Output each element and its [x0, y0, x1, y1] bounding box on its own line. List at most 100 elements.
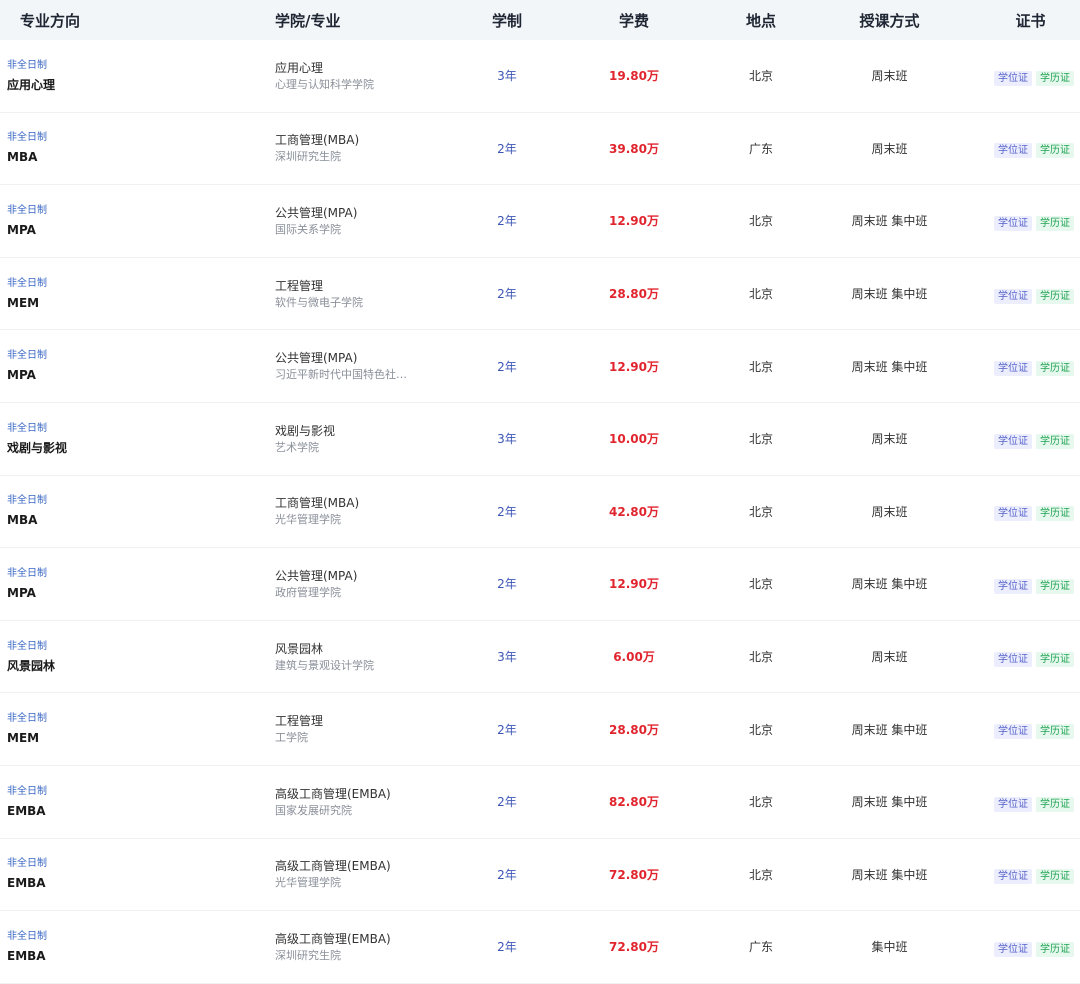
major-name: MBA	[7, 513, 38, 528]
program-name: 工商管理(MBA)	[275, 496, 360, 511]
fee-value: 6.00万	[613, 650, 655, 665]
mode-value: 周末班 集中班	[851, 359, 928, 374]
header-major: 专业方向	[20, 11, 81, 30]
fee-value: 82.80万	[609, 795, 659, 810]
school-name: 国际关系学院	[275, 222, 341, 236]
fee-value: 72.80万	[609, 867, 659, 882]
table-row[interactable]: 非全日制 MPA 公共管理(MPA) 国际关系学院 2年 12.90万 北京 周…	[0, 185, 1080, 258]
school-name: 工学院	[275, 731, 308, 745]
major-cell: 非全日制 戏剧与影视	[0, 422, 260, 456]
degree-cert-badge: 学位证	[994, 651, 1032, 667]
major-name: MEM	[7, 295, 40, 310]
fee-value: 10.00万	[609, 432, 659, 447]
years-value: 2年	[497, 867, 517, 882]
table-row[interactable]: 非全日制 MEM 工程管理 工学院 2年 28.80万 北京 周末班 集中班 学…	[0, 693, 1080, 766]
major-cell: 非全日制 风景园林	[0, 640, 260, 674]
mode-value: 集中班	[871, 940, 908, 955]
degree-cert-badge: 学位证	[994, 869, 1032, 885]
program-name: 工程管理	[275, 714, 324, 729]
study-type-label: 非全日制	[7, 132, 47, 144]
fee-value: 42.80万	[609, 504, 659, 519]
school-cell: 风景园林 建筑与景观设计学院	[260, 640, 447, 674]
major-name: EMBA	[7, 876, 46, 891]
major-cell: 非全日制 MEM	[0, 712, 260, 746]
cert-cell: 学位证 学历证	[958, 719, 1078, 740]
table-row[interactable]: 非全日制 MBA 工商管理(MBA) 深圳研究生院 2年 39.80万 广东 周…	[0, 113, 1080, 186]
degree-cert-badge: 学位证	[994, 941, 1032, 957]
table-row[interactable]: 非全日制 戏剧与影视 戏剧与影视 艺术学院 3年 10.00万 北京 周末班 学…	[0, 403, 1080, 476]
location-value: 北京	[748, 795, 773, 810]
program-name: 公共管理(MPA)	[275, 205, 358, 220]
program-name: 公共管理(MPA)	[275, 568, 358, 583]
mode-value: 周末班 集中班	[851, 867, 928, 882]
major-cell: 非全日制 MPA	[0, 204, 260, 238]
cert-cell: 学位证 学历证	[958, 937, 1078, 957]
mode-value: 周末班 集中班	[851, 214, 928, 229]
header-mode: 授课方式	[859, 11, 920, 30]
years-value: 2年	[497, 940, 517, 955]
table-row[interactable]: 非全日制 MBA 工商管理(MBA) 光华管理学院 2年 42.80万 北京 周…	[0, 476, 1080, 549]
mode-value: 周末班 集中班	[851, 722, 928, 737]
location-value: 北京	[748, 650, 773, 665]
table-row[interactable]: 非全日制 EMBA 高级工商管理(EMBA) 光华管理学院 2年 72.80万 …	[0, 839, 1080, 912]
school-cell: 公共管理(MPA) 国际关系学院	[260, 204, 447, 238]
edu-cert-badge: 学历证	[1036, 869, 1074, 885]
table-row[interactable]: 非全日制 MPA 公共管理(MPA) 习近平新时代中国特色社… 2年 12.90…	[0, 330, 1080, 403]
cert-cell: 学位证 学历证	[958, 138, 1078, 159]
years-value: 2年	[497, 359, 517, 374]
program-name: 风景园林	[275, 641, 324, 656]
program-table: 专业方向 学院/专业 学制 学费 地点 授课方式 证书 非全日制 应用心理 应用…	[0, 0, 1080, 984]
table-row[interactable]: 非全日制 MEM 工程管理 软件与微电子学院 2年 28.80万 北京 周末班 …	[0, 258, 1080, 331]
program-name: 高级工商管理(EMBA)	[275, 931, 391, 946]
major-cell: 非全日制 EMBA	[0, 785, 260, 819]
location-value: 北京	[748, 359, 773, 374]
location-value: 北京	[748, 867, 773, 882]
major-name: 应用心理	[7, 77, 56, 92]
table-row[interactable]: 非全日制 EMBA 高级工商管理(EMBA) 国家发展研究院 2年 82.80万…	[0, 766, 1080, 839]
mode-value: 周末班	[871, 69, 908, 84]
degree-cert-badge: 学位证	[994, 361, 1032, 377]
school-name: 政府管理学院	[275, 585, 341, 599]
fee-value: 19.80万	[609, 69, 659, 84]
table-row[interactable]: 非全日制 EMBA 高级工商管理(EMBA) 深圳研究生院 2年 72.80万 …	[0, 911, 1080, 984]
school-cell: 公共管理(MPA) 政府管理学院	[260, 567, 447, 601]
years-value: 3年	[497, 69, 517, 84]
school-cell: 戏剧与影视 艺术学院	[260, 422, 447, 456]
header-location: 地点	[745, 11, 776, 30]
location-value: 北京	[748, 214, 773, 229]
table-row[interactable]: 非全日制 MPA 公共管理(MPA) 政府管理学院 2年 12.90万 北京 周…	[0, 548, 1080, 621]
major-name: MPA	[7, 585, 36, 600]
years-value: 2年	[497, 795, 517, 810]
years-value: 2年	[497, 287, 517, 302]
table-body: 非全日制 应用心理 应用心理 心理与认知科学学院 3年 19.80万 北京 周末…	[0, 40, 1080, 984]
edu-cert-badge: 学历证	[1036, 941, 1074, 957]
table-row[interactable]: 非全日制 风景园林 风景园林 建筑与景观设计学院 3年 6.00万 北京 周末班…	[0, 621, 1080, 694]
major-name: EMBA	[7, 948, 46, 963]
fee-value: 39.80万	[609, 141, 659, 156]
school-name: 国家发展研究院	[275, 803, 352, 817]
school-name: 深圳研究生院	[275, 150, 341, 164]
school-cell: 工商管理(MBA) 深圳研究生院	[260, 131, 447, 165]
degree-cert-badge: 学位证	[994, 288, 1032, 304]
table-row[interactable]: 非全日制 应用心理 应用心理 心理与认知科学学院 3年 19.80万 北京 周末…	[0, 40, 1080, 113]
mode-value: 周末班	[871, 141, 908, 156]
header-cert: 证书	[1015, 11, 1046, 30]
cert-cell: 学位证 学历证	[958, 647, 1078, 667]
program-name: 高级工商管理(EMBA)	[275, 859, 391, 874]
program-name: 应用心理	[275, 60, 324, 75]
location-value: 北京	[748, 722, 773, 737]
study-type-label: 非全日制	[7, 930, 47, 942]
fee-value: 12.90万	[609, 359, 659, 374]
program-name: 工商管理(MBA)	[275, 133, 360, 148]
school-cell: 工程管理 软件与微电子学院	[260, 277, 447, 311]
cert-cell: 学位证 学历证	[958, 66, 1078, 86]
fee-value: 12.90万	[609, 577, 659, 592]
school-name: 光华管理学院	[275, 513, 341, 527]
study-type-label: 非全日制	[7, 495, 47, 507]
major-cell: 非全日制 MBA	[0, 131, 260, 165]
school-name: 建筑与景观设计学院	[275, 658, 374, 672]
edu-cert-badge: 学历证	[1036, 796, 1074, 812]
years-value: 2年	[497, 504, 517, 519]
location-value: 北京	[748, 287, 773, 302]
years-value: 3年	[497, 650, 517, 665]
